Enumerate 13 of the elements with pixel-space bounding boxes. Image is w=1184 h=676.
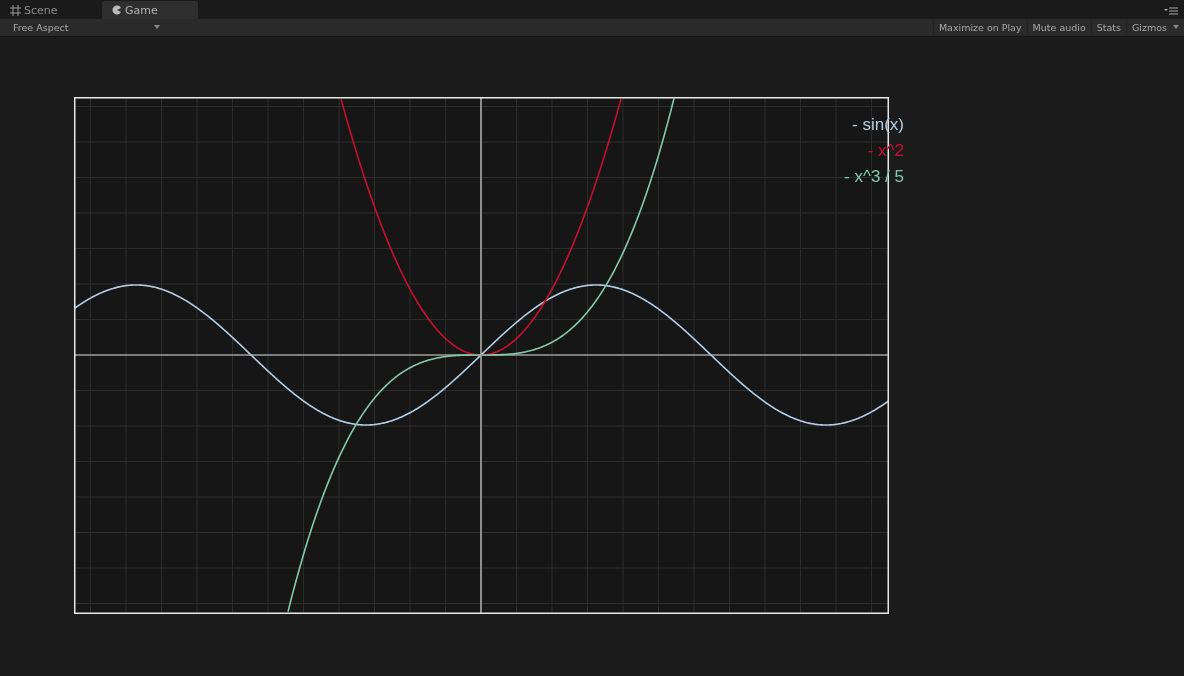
grid-icon: [10, 4, 21, 16]
legend-label: - x^3 / 5: [844, 166, 904, 187]
toolbar-button[interactable]: Gizmos: [1126, 20, 1184, 35]
menu-icon[interactable]: [1164, 7, 1178, 15]
tab[interactable]: Game: [102, 1, 198, 19]
toolbar-button[interactable]: Maximize on Play: [932, 20, 1027, 35]
toolbar-button[interactable]: Stats: [1090, 20, 1126, 35]
caret-icon: [154, 25, 160, 30]
pacman-icon: [112, 5, 122, 15]
toolbar-button[interactable]: Mute audio: [1026, 20, 1091, 35]
tab[interactable]: Scene: [0, 1, 96, 19]
aspect-dropdown[interactable]: Free Aspect: [6, 20, 164, 35]
caret-icon: [1173, 25, 1179, 30]
